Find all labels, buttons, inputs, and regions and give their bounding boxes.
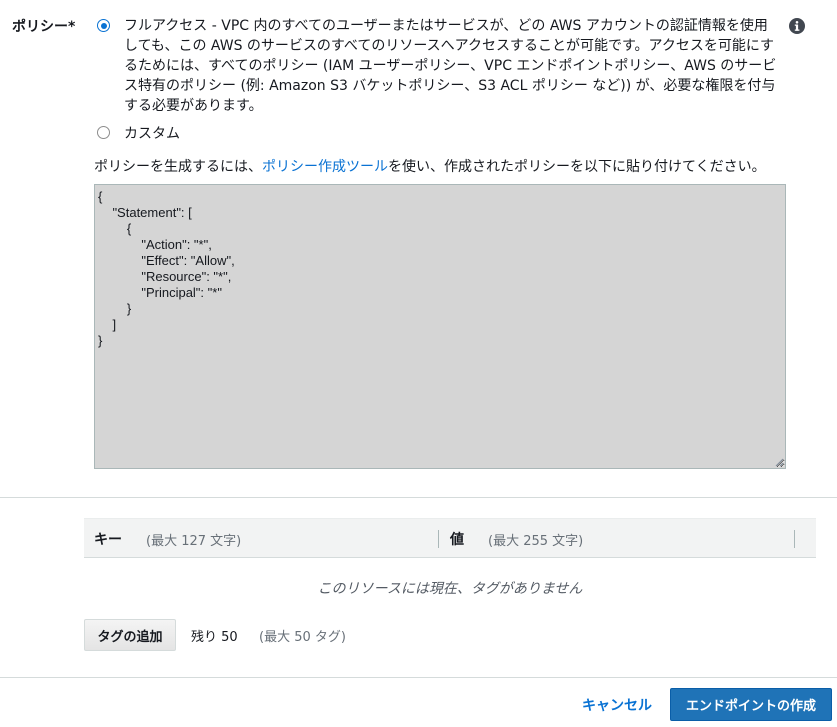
tag-value-hint: (最大 255 文字) xyxy=(488,534,584,549)
tags-max: (最大 50 タグ) xyxy=(259,630,346,645)
policy-label: ポリシー* xyxy=(12,19,76,35)
tag-key-hint: (最大 127 文字) xyxy=(146,534,242,549)
helper-suffix: を使い、作成されたポリシーを以下に貼り付けてください。 xyxy=(388,159,766,175)
tag-table-header: キー (最大 127 文字) 値 (最大 255 文字) xyxy=(84,518,816,558)
tags-remaining: 残り 50 xyxy=(191,630,238,645)
section-divider xyxy=(0,497,837,498)
tag-key-header: キー xyxy=(94,532,122,548)
policy-helper-text: ポリシーを生成するには、ポリシー作成ツールを使い、作成されたポリシーを以下に貼り… xyxy=(94,157,766,177)
full-access-label[interactable]: フルアクセス - VPC 内のすべてのユーザーまたはサービスが、どの AWS ア… xyxy=(124,16,778,116)
endpoint-policy-page: ポリシー* フルアクセス - VPC 内のすべてのユーザーまたはサービスが、どの… xyxy=(0,0,837,727)
create-endpoint-button[interactable]: エンドポイントの作成 xyxy=(670,688,832,721)
tag-value-header: 値 xyxy=(450,532,464,548)
column-separator xyxy=(794,530,795,548)
policy-generator-link[interactable]: ポリシー作成ツール xyxy=(262,159,388,175)
custom-radio[interactable] xyxy=(97,126,110,139)
add-tag-button[interactable]: タグの追加 xyxy=(84,619,176,651)
helper-prefix: ポリシーを生成するには、 xyxy=(94,159,262,175)
policy-document-textarea[interactable]: { "Statement": [ { "Action": "*", "Effec… xyxy=(94,184,786,469)
info-icon[interactable] xyxy=(789,18,805,34)
column-separator xyxy=(438,530,439,548)
tags-empty-message: このリソースには現在、タグがありません xyxy=(317,581,583,597)
resize-handle-icon[interactable] xyxy=(774,457,784,467)
footer-divider xyxy=(0,677,837,678)
custom-label[interactable]: カスタム xyxy=(124,124,180,144)
cancel-button[interactable]: キャンセル xyxy=(582,694,652,716)
full-access-radio[interactable] xyxy=(97,19,110,32)
